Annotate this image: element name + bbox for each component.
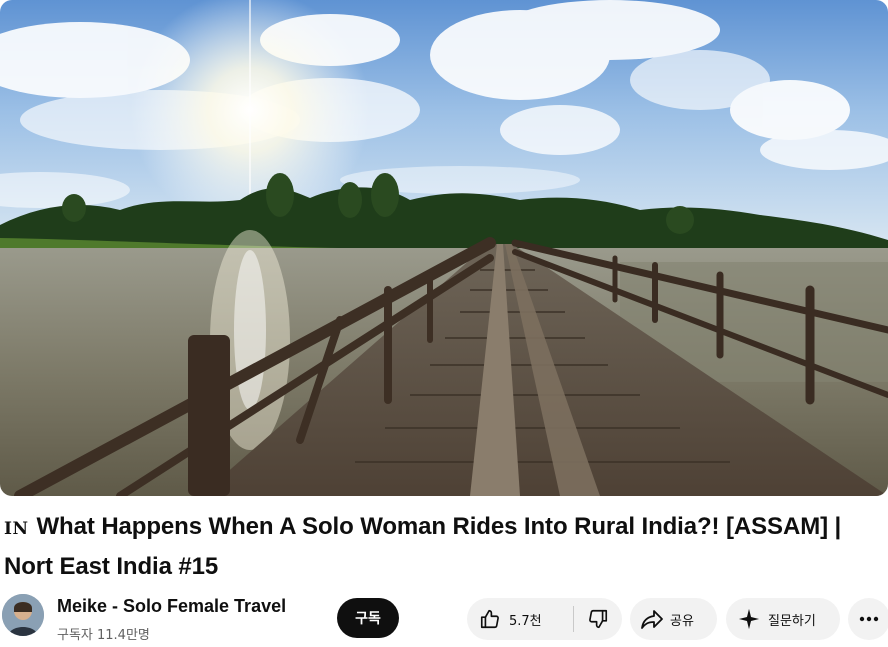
- like-count: 5.7천: [509, 613, 542, 629]
- video-frame: [0, 0, 888, 496]
- video-title: IN What Happens When A Solo Woman Rides I…: [4, 508, 884, 586]
- ask-button[interactable]: 질문하기: [726, 598, 840, 640]
- like-button[interactable]: 5.7천: [467, 598, 563, 640]
- like-dislike-group: 5.7천: [467, 598, 622, 640]
- country-flag-label: IN: [4, 519, 29, 539]
- more-actions-button[interactable]: [848, 598, 888, 640]
- sparkle-icon: [738, 608, 760, 630]
- subscriber-count: 구독자 11.4만명: [57, 628, 150, 643]
- subscribe-button[interactable]: 구독: [337, 598, 399, 638]
- channel-avatar[interactable]: [2, 594, 44, 636]
- channel-action-row: Meike - Solo Female Travel 구독자 11.4만명 구독…: [0, 592, 888, 644]
- more-horizontal-icon: [859, 616, 879, 622]
- channel-name[interactable]: Meike - Solo Female Travel: [57, 596, 286, 617]
- share-button[interactable]: 공유: [630, 598, 717, 640]
- video-player[interactable]: [0, 0, 888, 496]
- dislike-button[interactable]: [574, 598, 622, 640]
- ask-label: 질문하기: [768, 613, 816, 629]
- thumbs-down-icon: [587, 608, 609, 630]
- share-arrow-icon: [640, 608, 664, 630]
- avatar-image: [2, 594, 44, 636]
- video-title-text: What Happens When A Solo Woman Rides Int…: [4, 513, 842, 580]
- thumbs-up-icon: [479, 608, 501, 630]
- share-label: 공유: [670, 613, 694, 629]
